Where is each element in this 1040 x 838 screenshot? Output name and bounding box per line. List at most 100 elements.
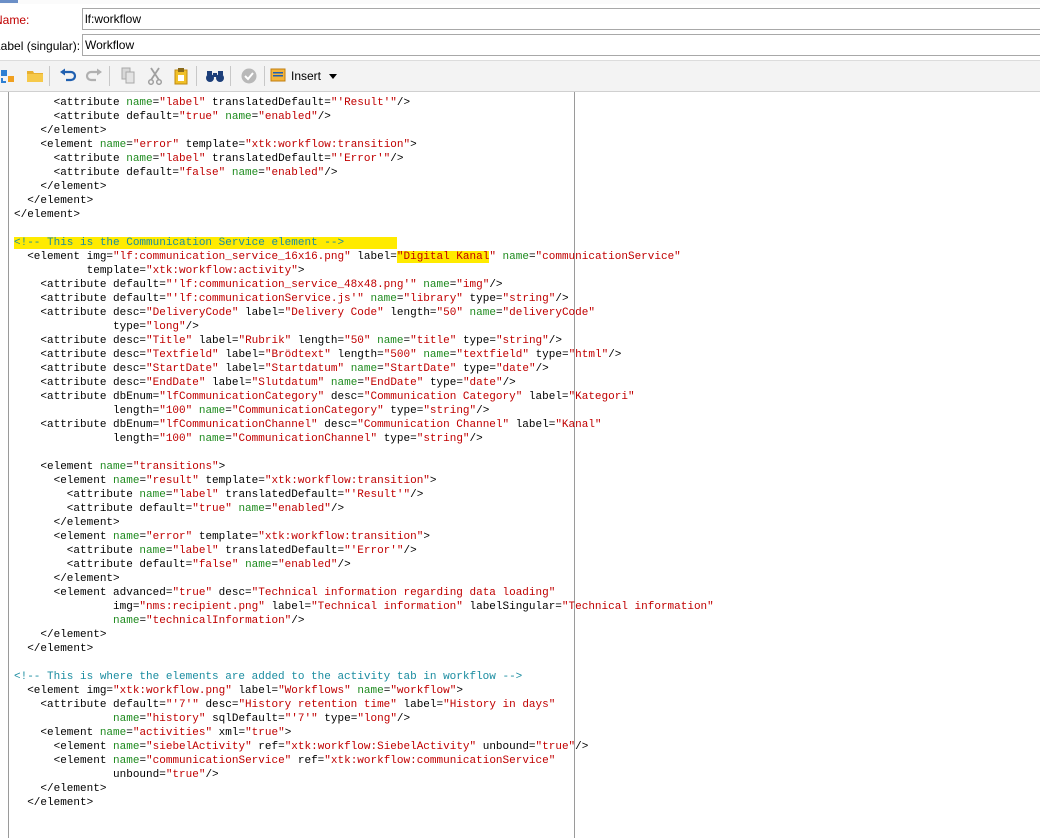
code-text: label= [218,349,265,361]
attribute-value: "lfCommunicationCategory" [159,391,325,403]
attribute-name: name [198,405,226,417]
code-text: label= [522,391,569,403]
code-line: <attribute name="label" translatedDefaul… [14,152,714,166]
attribute-name: name [423,279,450,291]
code-text: /> [324,167,338,179]
code-text: /> [185,321,199,333]
attribute-value: "true" [179,111,219,123]
attribute-value: "50" [436,307,463,319]
code-text: = [126,461,133,473]
attribute-value: "'Result'" [344,489,411,501]
code-text: label= [238,307,285,319]
code-text: ref= [291,755,325,767]
attribute-value: "xtk:workflow.png" [113,685,232,697]
toolbar-separator [230,66,231,86]
code-text: <attribute desc= [14,335,147,347]
code-text: /> [535,363,549,375]
attribute-value: "History in days" [443,699,556,711]
code-text: label= [192,335,239,347]
label-singular-field[interactable] [82,34,1040,56]
code-text: /> [317,111,331,123]
code-line: <element img="lf:communication_service_1… [14,250,714,264]
code-text: /> [608,349,622,361]
code-line: <element name="activities" xml="true"> [14,726,714,740]
open-folder-icon [26,68,44,84]
attribute-value: "50" [344,335,371,347]
code-line: <attribute desc="StartDate" label="Start… [14,362,714,376]
paste-button[interactable] [170,65,192,87]
attribute-value: "CommunicationChannel" [231,433,378,445]
code-line: </element> [14,642,714,656]
xml-source-editor[interactable]: <attribute name="label" translatedDefaul… [0,92,1040,838]
undo-icon [59,68,77,84]
code-line: <element name="transitions"> [14,460,714,474]
attribute-name: name [139,545,166,557]
attribute-value: "technicalInformation" [146,615,292,627]
code-text: <attribute dbEnum= [14,391,160,403]
code-line: length="100" name="CommunicationCategory… [14,404,714,418]
code-text: type= [317,713,358,725]
attribute-value: "true" [192,503,232,515]
attribute-name: name [238,503,265,515]
attribute-value: "string" [502,293,556,305]
code-line: <attribute desc="DeliveryCode" label="De… [14,306,714,320]
code-text: <element img= [14,251,114,263]
attribute-value: "'lf:communication_service_48x48.png'" [165,279,417,291]
code-line: </element> [14,572,714,586]
code-text: </element> [14,125,107,137]
code-text: <element img= [14,685,114,697]
xml-code[interactable]: <attribute name="label" translatedDefaul… [14,96,714,810]
attribute-name: name [99,461,127,473]
copy-icon [120,67,136,85]
attribute-value: "true" [172,587,213,599]
code-line: <attribute default="true" name="enabled"… [14,110,714,124]
code-line: <!-- This is the Communication Service e… [14,236,714,250]
attribute-value: "Technical information" [561,601,714,613]
attribute-value: "date" [495,363,536,375]
redo-button[interactable] [83,65,105,87]
refresh-button[interactable] [0,65,19,87]
attribute-value: "lf:communication_service_16x16.png" [113,251,351,263]
undo-button[interactable] [57,65,79,87]
label-singular-label: Label (singular): [0,39,81,53]
search-highlight [344,237,397,249]
name-field[interactable] [82,8,1040,30]
code-text: img= [14,601,140,613]
code-text: </element> [14,573,120,585]
attribute-value: "StartDate" [146,363,219,375]
editor-gutter-border [8,92,9,838]
window-tab-marker [0,0,18,3]
copy-button[interactable] [117,65,139,87]
code-text: = [357,377,364,389]
code-text: type= [14,321,147,333]
code-text: translatedDefault= [205,153,331,165]
cut-button[interactable] [144,65,166,87]
insert-button[interactable]: Insert [270,65,338,87]
code-text: = [377,363,384,375]
attribute-value: "'Result'" [330,97,397,109]
attribute-value: "label" [159,97,206,109]
code-text: <attribute default= [14,167,180,179]
code-text: = [396,293,404,305]
open-button[interactable] [24,65,46,87]
code-text: label= [231,685,279,697]
attribute-value: "Rubrik" [238,335,292,347]
code-text: > [429,475,437,487]
code-text: </element> [14,629,107,641]
code-text: <attribute [14,97,127,109]
attribute-value: "CommunicationCategory" [231,405,384,417]
code-text: /> [555,293,569,305]
attribute-value: "Communication Category" [363,391,523,403]
validate-button[interactable] [238,65,260,87]
attribute-value: "siebelActivity" [146,741,252,753]
code-line: <attribute desc="Title" label="Rubrik" l… [14,334,714,348]
attribute-value: "html" [568,349,609,361]
code-text: unbound= [14,769,166,781]
code-line: <attribute default="false" name="enabled… [14,166,714,180]
attribute-value: "label" [172,489,219,501]
code-text: desc= [212,587,252,599]
attribute-name: name [99,727,127,739]
find-button[interactable] [204,65,226,87]
code-text: </element> [14,643,94,655]
